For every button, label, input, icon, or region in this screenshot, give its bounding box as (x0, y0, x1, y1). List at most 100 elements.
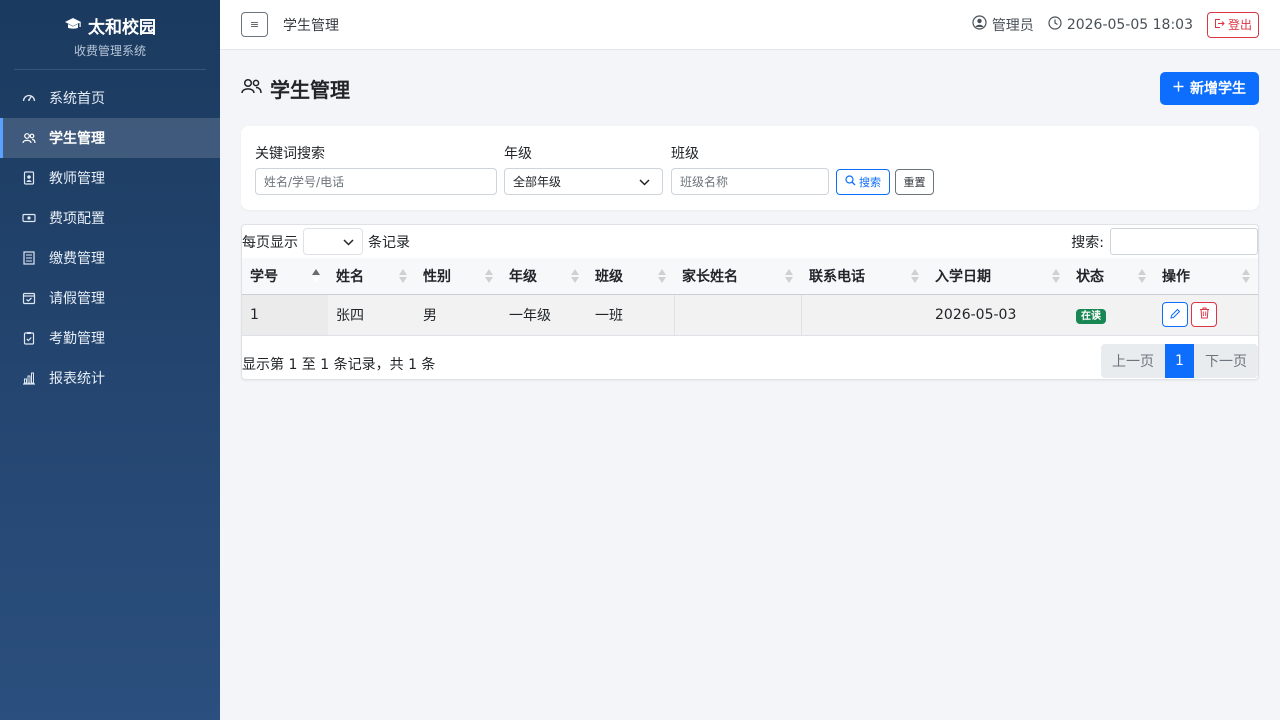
reset-button[interactable]: 重置 (895, 169, 934, 195)
sidebar-item-label: 请假管理 (49, 291, 105, 307)
chevron-down-icon (639, 175, 650, 189)
add-student-label: 新增学生 (1190, 81, 1246, 97)
sort-icon (911, 267, 919, 285)
current-user: 管理员 (972, 15, 1034, 35)
user-circle-icon (972, 15, 987, 34)
sidebar-item-teachers[interactable]: 教师管理 (0, 158, 220, 198)
keyword-input[interactable]: 姓名/学号/电话 (255, 168, 497, 195)
chevron-down-icon (343, 234, 354, 250)
sidebar-item-label: 教师管理 (49, 171, 105, 187)
sidebar-item-students[interactable]: 学生管理 (0, 118, 220, 158)
sidebar-item-leave[interactable]: 请假管理 (0, 278, 220, 318)
cash-icon (22, 211, 36, 225)
sidebar-item-payments[interactable]: 缴费管理 (0, 238, 220, 278)
column-header-id[interactable]: 学号 (242, 258, 328, 295)
page-title-row: 学生管理 (241, 74, 350, 103)
sort-icon (312, 267, 320, 285)
brand: 太和校园 收费管理系统 (14, 0, 206, 70)
page-1-button[interactable]: 1 (1165, 343, 1194, 378)
sort-icon (658, 267, 666, 285)
logout-icon (1214, 18, 1225, 32)
page-length-prefix: 每页显示 (242, 234, 298, 251)
badge-icon (22, 171, 36, 185)
grade-select[interactable]: 全部年级 (504, 168, 663, 195)
user-name: 管理员 (991, 17, 1034, 34)
search-button-label: 搜索 (859, 176, 881, 189)
table-search: 搜索: (1071, 228, 1258, 255)
sidebar: 太和校园 收费管理系统 系统首页 学生管理 教师管理 费项配置 缴费管理 请假管… (0, 0, 220, 720)
sidebar-item-fees[interactable]: 费项配置 (0, 198, 220, 238)
edit-button[interactable] (1162, 302, 1188, 327)
menu-toggle-button[interactable]: ≡ (241, 12, 268, 37)
table-search-input[interactable] (1110, 228, 1258, 255)
page-header: 学生管理 新增学生 (241, 50, 1259, 126)
delete-button[interactable] (1191, 302, 1217, 327)
column-header-grade[interactable]: 年级 (501, 258, 587, 295)
cell-phone (800, 294, 927, 336)
search-button[interactable]: 搜索 (836, 169, 890, 195)
datetime-display: 2026-05-05 18:03 (1048, 15, 1193, 34)
add-student-button[interactable]: 新增学生 (1160, 71, 1259, 105)
column-header-parent[interactable]: 家长姓名 (674, 258, 801, 295)
column-header-gender[interactable]: 性别 (415, 258, 501, 295)
sidebar-item-attendance[interactable]: 考勤管理 (0, 318, 220, 358)
table-row: 1 张四 男 一年级 一班 2026-05-03 在读 (242, 294, 1258, 336)
column-header-class[interactable]: 班级 (587, 258, 674, 295)
column-label: 操作 (1162, 268, 1190, 285)
keyword-label: 关键词搜索 (255, 146, 325, 162)
main-content: 学生管理 新增学生 关键词搜索 年级 班级 姓名/学号/电话 全部年级 班级名称… (241, 50, 1259, 380)
grade-select-value: 全部年级 (513, 175, 562, 189)
column-header-status[interactable]: 状态 (1068, 258, 1154, 295)
sort-icon (785, 267, 793, 285)
column-label: 联系电话 (809, 268, 865, 285)
cell-parent (673, 294, 801, 336)
class-label: 班级 (671, 146, 699, 162)
sidebar-item-reports[interactable]: 报表统计 (0, 358, 220, 398)
sidebar-item-label: 缴费管理 (49, 251, 105, 267)
column-label: 状态 (1076, 268, 1104, 285)
table-header-row: 学号 姓名 性别 年级 班级 家长姓名 联系电话 入学日期 状态 操作 (242, 258, 1258, 295)
sidebar-item-label: 学生管理 (49, 131, 105, 147)
class-input[interactable]: 班级名称 (671, 168, 829, 195)
brand-title: 太和校园 (88, 18, 156, 38)
pencil-icon (1169, 307, 1181, 323)
people-icon (241, 76, 262, 100)
sort-icon (399, 267, 407, 285)
previous-page-button[interactable]: 上一页 (1101, 343, 1165, 378)
page-title: 学生管理 (270, 77, 350, 102)
receipt-icon (22, 251, 36, 265)
sort-icon (571, 267, 579, 285)
column-header-name[interactable]: 姓名 (328, 258, 415, 295)
filter-card: 关键词搜索 年级 班级 姓名/学号/电话 全部年级 班级名称 搜索 重置 (241, 126, 1259, 210)
students-table: 学号 姓名 性别 年级 班级 家长姓名 联系电话 入学日期 状态 操作 1 张四… (242, 258, 1258, 336)
sort-icon (1052, 267, 1060, 285)
sort-icon (1242, 267, 1250, 285)
people-icon (22, 131, 36, 145)
column-label: 班级 (595, 268, 623, 285)
column-label: 学号 (250, 268, 278, 285)
logout-button[interactable]: 登出 (1206, 11, 1259, 38)
cell-name: 张四 (328, 294, 415, 336)
pagination: 上一页 1 下一页 (1101, 343, 1258, 378)
students-table-card: 每页显示 条记录 搜索: 学号 姓名 性别 年级 班级 家长姓名 联系电话 入学… (241, 224, 1259, 380)
page-length-select[interactable] (303, 228, 363, 255)
column-label: 入学日期 (935, 268, 991, 285)
column-label: 姓名 (336, 268, 364, 285)
sidebar-item-dashboard[interactable]: 系统首页 (0, 78, 220, 118)
bar-chart-icon (22, 371, 36, 385)
cell-class: 一班 (587, 294, 674, 336)
sort-icon (485, 267, 493, 285)
table-info: 显示第 1 至 1 条记录，共 1 条 (242, 356, 436, 373)
column-header-actions[interactable]: 操作 (1154, 258, 1258, 295)
column-header-phone[interactable]: 联系电话 (801, 258, 927, 295)
topbar-title: 学生管理 (283, 17, 339, 34)
sidebar-item-label: 系统首页 (49, 91, 105, 107)
topbar: ≡ 学生管理 管理员 2026-05-05 18:03 登出 (220, 0, 1280, 50)
trash-icon (1199, 307, 1210, 323)
cell-actions (1154, 294, 1258, 336)
column-header-date[interactable]: 入学日期 (927, 258, 1068, 295)
calendar-check-icon (22, 291, 36, 305)
cell-grade: 一年级 (501, 294, 587, 336)
next-page-button[interactable]: 下一页 (1194, 343, 1258, 378)
plus-icon (1173, 80, 1184, 96)
